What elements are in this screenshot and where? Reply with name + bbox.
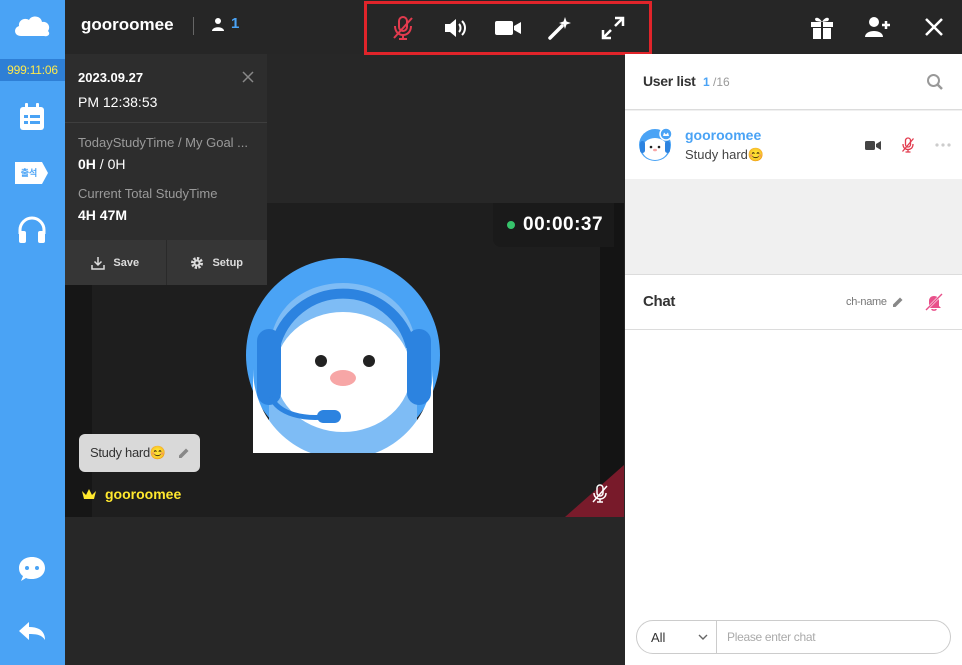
user-camera-button[interactable] — [864, 137, 882, 153]
info-panel-close-button[interactable] — [241, 70, 255, 84]
mic-off-icon — [393, 16, 413, 40]
close-window-button[interactable] — [916, 11, 952, 43]
add-user-icon — [865, 17, 890, 37]
info-actions: Save Setup — [65, 240, 267, 285]
current-time: PM 12:38:53 — [78, 94, 158, 110]
mic-off-icon — [902, 137, 914, 153]
user-avatar — [638, 127, 673, 162]
stopwatch-value: 00:00:37 — [523, 214, 604, 235]
chat-header: Chat ch-name — [625, 274, 962, 330]
attendance-tag-label: 출석 — [20, 168, 38, 178]
chat-bubble-icon[interactable] — [16, 553, 48, 585]
chat-notification-toggle[interactable] — [925, 293, 943, 311]
chat-input-bar: All — [636, 620, 951, 654]
total-study-value: 4H 47M — [78, 207, 128, 223]
app-window: 999:11:06 출석 gooroomee 1 00:00:37 Study … — [0, 0, 962, 665]
tile-mic-muted-indicator — [565, 465, 624, 517]
session-stopwatch: 00:00:37 — [493, 203, 614, 247]
setup-button[interactable]: Setup — [165, 240, 268, 285]
search-icon — [927, 74, 943, 90]
right-panel: User list 1 /16 gooroomee Study hard😊 Ch… — [625, 54, 962, 665]
attendance-tag-button[interactable]: 출석 — [14, 161, 49, 185]
camera-button[interactable] — [493, 13, 523, 43]
bell-off-icon — [925, 293, 943, 311]
mic-muted-button[interactable] — [388, 13, 418, 43]
cloud-logo-icon[interactable] — [11, 12, 53, 40]
effects-button[interactable] — [545, 13, 575, 43]
setup-label: Setup — [212, 256, 244, 269]
video-frame-left — [65, 285, 92, 517]
chat-title: Chat — [643, 293, 676, 310]
exit-back-icon[interactable] — [16, 615, 48, 647]
headphones-icon[interactable] — [16, 214, 48, 246]
live-indicator-dot — [507, 221, 515, 229]
user-list-item[interactable]: gooroomee Study hard😊 — [625, 111, 962, 179]
speaker-icon — [444, 19, 466, 37]
person-icon — [212, 17, 224, 31]
chat-messages-area — [625, 330, 962, 665]
user-list-count-current: 1 — [703, 75, 710, 89]
left-sidebar: 999:11:06 출석 — [0, 0, 65, 665]
status-message-text: Study hard😊 — [90, 445, 166, 460]
close-icon — [242, 71, 254, 83]
user-list-count: 1 /16 — [703, 75, 730, 89]
total-study-label: Current Total StudyTime — [78, 186, 218, 201]
channel-name-label: ch-name — [846, 296, 887, 308]
user-list-count-total: /16 — [713, 75, 730, 89]
participant-count[interactable]: 1 — [211, 15, 239, 32]
user-status-message: Study hard😊 — [685, 147, 765, 162]
video-camera-icon — [865, 140, 881, 150]
calendar-icon[interactable] — [16, 101, 48, 133]
download-icon — [91, 256, 106, 270]
participant-count-value: 1 — [231, 15, 240, 32]
expand-icon — [601, 16, 624, 40]
user-list-header: User list 1 /16 — [625, 54, 962, 110]
video-camera-icon — [494, 21, 521, 35]
save-label: Save — [113, 256, 140, 269]
study-timer-badge: 999:11:06 — [0, 59, 65, 81]
current-date: 2023.09.27 — [78, 70, 144, 85]
user-search-button[interactable] — [926, 73, 944, 91]
today-study-time: 0H — [78, 156, 96, 172]
user-more-button[interactable] — [934, 137, 952, 153]
today-goal-time: 0H — [107, 156, 126, 172]
today-study-value: 0H / 0H — [78, 156, 125, 172]
gear-icon — [191, 256, 204, 269]
video-tile-username: gooroomee — [105, 486, 182, 502]
video-tile-name: gooroomee — [81, 486, 181, 502]
today-study-separator: / — [95, 156, 108, 172]
room-title: gooroomee — [81, 15, 174, 34]
title-divider — [193, 17, 194, 35]
save-button[interactable]: Save — [65, 240, 166, 285]
chevron-down-icon — [698, 634, 708, 640]
close-icon — [925, 18, 943, 36]
channel-name-button[interactable]: ch-name — [846, 296, 904, 308]
more-dots-icon — [935, 143, 951, 147]
media-controls — [364, 1, 652, 55]
edit-pencil-icon[interactable] — [178, 447, 190, 459]
user-avatar-large — [245, 257, 441, 459]
user-row-actions — [864, 137, 952, 153]
magic-wand-icon — [548, 17, 572, 40]
crown-icon — [82, 489, 96, 499]
edit-pencil-icon — [892, 297, 903, 307]
user-name: gooroomee — [685, 127, 762, 143]
info-divider — [65, 122, 267, 123]
gift-icon — [811, 17, 833, 39]
invite-user-button[interactable] — [860, 11, 896, 43]
chat-message-input[interactable] — [717, 621, 950, 653]
fullscreen-button[interactable] — [598, 13, 628, 43]
chat-target-value: All — [651, 629, 666, 645]
chat-target-select[interactable]: All — [637, 621, 717, 653]
status-message-bubble[interactable]: Study hard😊 — [79, 434, 200, 472]
top-right-actions — [804, 11, 952, 43]
speaker-button[interactable] — [441, 13, 471, 43]
study-info-panel: 2023.09.27 PM 12:38:53 TodayStudyTime / … — [65, 54, 267, 285]
user-mic-button[interactable] — [899, 137, 917, 153]
gift-button[interactable] — [804, 11, 840, 43]
top-bar: gooroomee 1 — [65, 0, 962, 55]
today-study-label: TodayStudyTime / My Goal ... — [78, 135, 249, 150]
user-list-title: User list — [643, 73, 696, 89]
